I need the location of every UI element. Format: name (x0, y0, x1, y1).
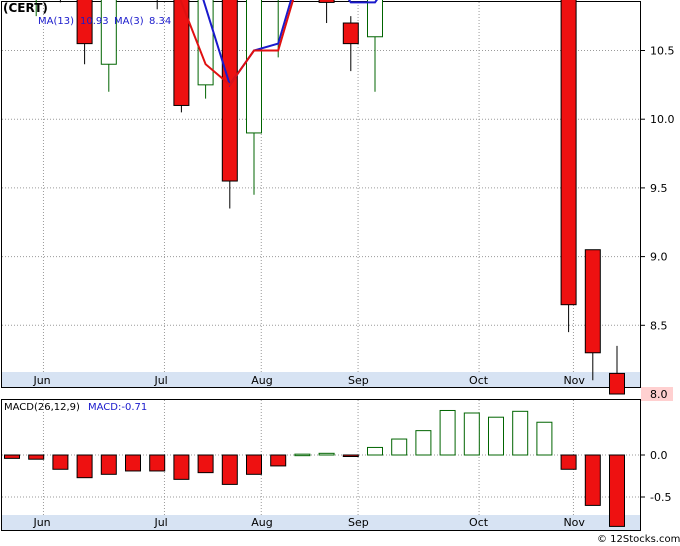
macd-bar-positive (512, 410, 529, 456)
candle-body-up (246, 0, 262, 134)
macd-bar-positive (318, 452, 335, 456)
macd-bar-negative (76, 454, 93, 479)
price-y-tick-label: 9.0 (650, 251, 668, 264)
price-y-tick-label: 10.5 (650, 45, 675, 58)
candle (560, 0, 577, 333)
macd-bar-negative (609, 454, 625, 527)
macd-month-label: Jul (153, 516, 167, 529)
macd-y-tick-label: -0.5 (650, 491, 671, 504)
macd-panel (1, 399, 641, 531)
macd-bar-negative (197, 454, 214, 474)
macd-indicator-label: MACD(26,12,9) (4, 402, 80, 413)
macd-time-axis-band (2, 515, 640, 530)
last-price-label: 8.0 (650, 388, 668, 401)
macd-bar-negative (149, 454, 166, 472)
candle-body-up (367, 0, 383, 38)
last-price-tag: 8.0 (641, 387, 673, 401)
price-month-label: Aug (251, 374, 272, 387)
price-y-tick-label: 9.5 (650, 182, 668, 195)
candle-body-up (100, 0, 117, 65)
macd-bar-positive (463, 412, 480, 456)
macd-bar-positive (439, 409, 456, 456)
stock-chart: JunJulAugSepOctNov 8.59.09.510.010.511.0… (1, 0, 680, 545)
macd-bar-negative (221, 454, 238, 485)
macd-bar-negative (584, 454, 601, 506)
ma13-legend-name: MA(13) (38, 16, 74, 27)
macd-bar-negative (52, 454, 69, 470)
macd-month-label: Nov (563, 516, 585, 529)
macd-value-label: MACD:-0.71 (88, 402, 147, 413)
macd-bar-positive (367, 446, 383, 456)
macd-bar-negative (246, 454, 262, 475)
candle-body-up (197, 0, 214, 86)
price-panel (1, 1, 641, 388)
macd-month-label: Oct (469, 516, 489, 529)
candle-body-down (560, 0, 577, 306)
price-month-label: Jul (153, 374, 167, 387)
ma13-legend-value: 10.93 (80, 16, 109, 27)
macd-bar-positive (391, 438, 408, 456)
macd-bar-positive (536, 421, 553, 456)
price-time-axis-band (2, 372, 640, 387)
macd-bar-negative (270, 454, 287, 467)
macd-month-label: Aug (251, 516, 272, 529)
macd-bar-positive (415, 430, 432, 456)
macd-y-tick-label: 0.0 (650, 449, 668, 462)
macd-bar-negative (28, 454, 45, 460)
candle (221, 0, 238, 209)
macd-bar-negative (342, 454, 359, 457)
macd-bar-negative (4, 454, 20, 459)
price-month-label: Sep (348, 374, 369, 387)
macd-bar-positive (488, 416, 504, 456)
price-y-axis: 8.59.09.510.010.511.011.512.012.513.013.… (640, 45, 675, 332)
ma3-legend-name: MA(3) (114, 16, 144, 27)
candle-body-down (584, 249, 601, 354)
macd-month-label: Jun (32, 516, 50, 529)
macd-bar-negative (125, 454, 141, 472)
price-y-tick-label: 10.0 (650, 113, 675, 126)
macd-bar-negative (173, 454, 190, 480)
price-month-label: Oct (469, 374, 489, 387)
price-month-label: Nov (563, 374, 585, 387)
credit-text: © 12Stocks.com (597, 534, 680, 545)
candle-body-down (342, 22, 359, 45)
macd-y-axis: 0.0 -0.5 (640, 449, 671, 504)
macd-bar-negative (560, 454, 577, 470)
candle-body-down (318, 0, 335, 3)
ticker-label: (CERT) (3, 1, 48, 15)
macd-bar-negative (100, 454, 117, 475)
price-y-tick-label: 8.5 (650, 319, 668, 332)
candle-body-down (221, 0, 238, 182)
macd-bar-positive (294, 453, 311, 457)
candle-body-down (609, 372, 625, 395)
ma3-legend-value: 8.34 (149, 16, 171, 27)
macd-month-label: Sep (348, 516, 369, 529)
price-month-label: Jun (32, 374, 50, 387)
